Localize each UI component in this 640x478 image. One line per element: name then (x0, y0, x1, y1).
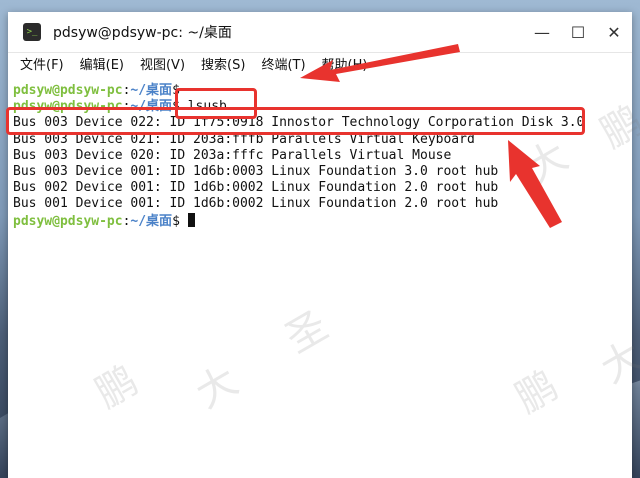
prompt-line: pdsyw@pdsyw-pc:~/桌面$ (13, 83, 180, 98)
cursor (187, 212, 195, 227)
prompt-line: pdsyw@pdsyw-pc:~/桌面$ (13, 212, 627, 229)
output-line: Bus 001 Device 001: ID 1d6b:0002 Linux F… (13, 196, 499, 212)
window-title: pdsyw@pdsyw-pc: ~/桌面 (53, 25, 232, 41)
annotation-box-usb-line (6, 107, 585, 135)
minimize-button[interactable]: — (524, 12, 560, 52)
terminal-app-icon: >_ (23, 23, 41, 41)
menu-help[interactable]: 帮助(H) (314, 53, 376, 79)
menu-edit[interactable]: 编辑(E) (72, 53, 132, 79)
menu-terminal[interactable]: 终端(T) (253, 53, 313, 79)
menu-bar: 文件(F) 编辑(E) 视图(V) 搜索(S) 终端(T) 帮助(H) (8, 53, 632, 79)
menu-search[interactable]: 搜索(S) (193, 53, 253, 79)
maximize-button[interactable]: ☐ (560, 12, 596, 52)
menu-file[interactable]: 文件(F) (12, 53, 72, 79)
close-button[interactable]: ✕ (596, 12, 632, 52)
title-bar[interactable]: >_ pdsyw@pdsyw-pc: ~/桌面 — ☐ ✕ (8, 12, 632, 53)
menu-view[interactable]: 视图(V) (132, 53, 193, 79)
